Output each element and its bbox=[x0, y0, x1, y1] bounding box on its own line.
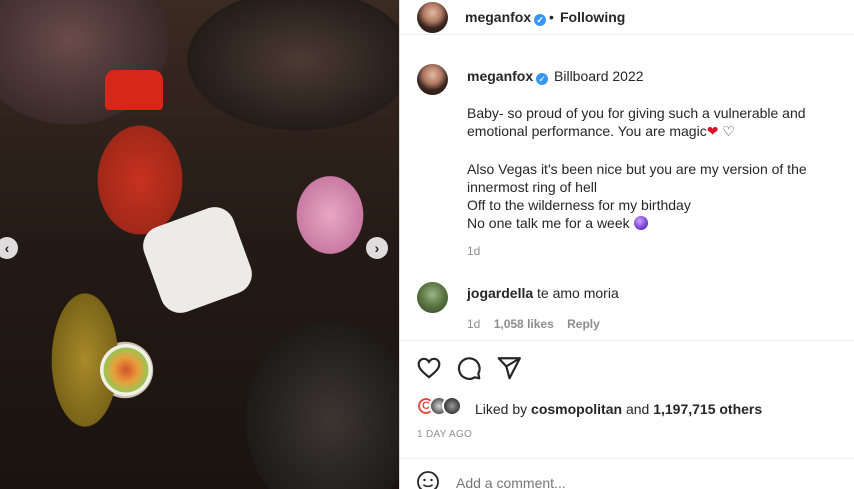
likes-prefix: Liked by bbox=[475, 401, 528, 417]
comment-likes-count[interactable]: 1,058 likes bbox=[494, 317, 554, 331]
following-button[interactable]: Following bbox=[560, 9, 625, 25]
caption-text: Baby- so proud of you for giving such a … bbox=[467, 104, 837, 232]
comment-timestamp: 1d bbox=[467, 317, 481, 331]
likes-and: and bbox=[625, 401, 650, 417]
caption-title: Billboard 2022 bbox=[554, 68, 644, 84]
liker-avatars[interactable]: C bbox=[416, 396, 462, 416]
caption-username[interactable]: meganfox bbox=[467, 68, 533, 84]
caption-author-avatar[interactable] bbox=[417, 64, 448, 95]
add-comment-bar bbox=[400, 458, 854, 489]
post-photo[interactable]: ‹ › bbox=[0, 0, 399, 489]
emoji-smiley-icon[interactable] bbox=[416, 470, 440, 489]
liker-avatar bbox=[442, 396, 462, 416]
post-actions-bar bbox=[400, 340, 854, 395]
post-date[interactable]: 1 DAY AGO bbox=[417, 429, 472, 440]
commenter-username[interactable]: jogardella bbox=[467, 285, 533, 301]
caption-timestamp: 1d bbox=[467, 244, 481, 258]
likes-summary: Liked by cosmopolitan and 1,197,715 othe… bbox=[475, 401, 762, 417]
caption-line-4: No one talk me for a week bbox=[467, 215, 630, 231]
comment-meta: 1d 1,058 likes Reply bbox=[467, 317, 610, 331]
caption-line-2: Also Vegas it's been nice but you are my… bbox=[467, 161, 807, 195]
share-paper-plane-icon[interactable] bbox=[496, 355, 522, 381]
author-username[interactable]: meganfox ✓ bbox=[465, 9, 547, 26]
photo-detail-hat bbox=[105, 70, 163, 110]
author-avatar[interactable] bbox=[417, 2, 448, 33]
likes-others-count[interactable]: 1,197,715 others bbox=[653, 401, 762, 417]
photo-detail-pants bbox=[137, 201, 258, 319]
white-heart-emoji-icon: ♡ bbox=[722, 123, 735, 139]
caption-heading: meganfox ✓ Billboard 2022 bbox=[467, 68, 644, 85]
post-details-panel: meganfox ✓ • Following meganfox ✓ Billboar… bbox=[399, 0, 854, 489]
next-photo-button[interactable]: › bbox=[366, 237, 388, 259]
reply-button[interactable]: Reply bbox=[567, 317, 600, 331]
add-comment-input[interactable] bbox=[456, 475, 756, 489]
red-heart-emoji-icon: ❤ bbox=[706, 123, 719, 139]
caption-line-3: Off to the wilderness for my birthday bbox=[467, 197, 691, 213]
previous-photo-button[interactable]: ‹ bbox=[0, 237, 18, 259]
crystal-ball-emoji-icon bbox=[633, 216, 648, 230]
like-heart-icon[interactable] bbox=[416, 355, 442, 381]
comment-text: te amo moria bbox=[537, 285, 619, 301]
verified-badge-icon: ✓ bbox=[536, 73, 549, 85]
liker-username[interactable]: cosmopolitan bbox=[531, 401, 622, 417]
photo-detail-bowl bbox=[100, 344, 152, 396]
verified-badge-icon: ✓ bbox=[534, 14, 547, 26]
comment-bubble-icon[interactable] bbox=[456, 355, 482, 381]
post-header: meganfox ✓ • Following bbox=[400, 0, 854, 35]
commenter-avatar[interactable] bbox=[417, 282, 448, 313]
comment: jogardella te amo moria bbox=[467, 285, 619, 301]
caption-line-1: Baby- so proud of you for giving such a … bbox=[467, 105, 806, 139]
header-separator: • bbox=[549, 9, 554, 25]
